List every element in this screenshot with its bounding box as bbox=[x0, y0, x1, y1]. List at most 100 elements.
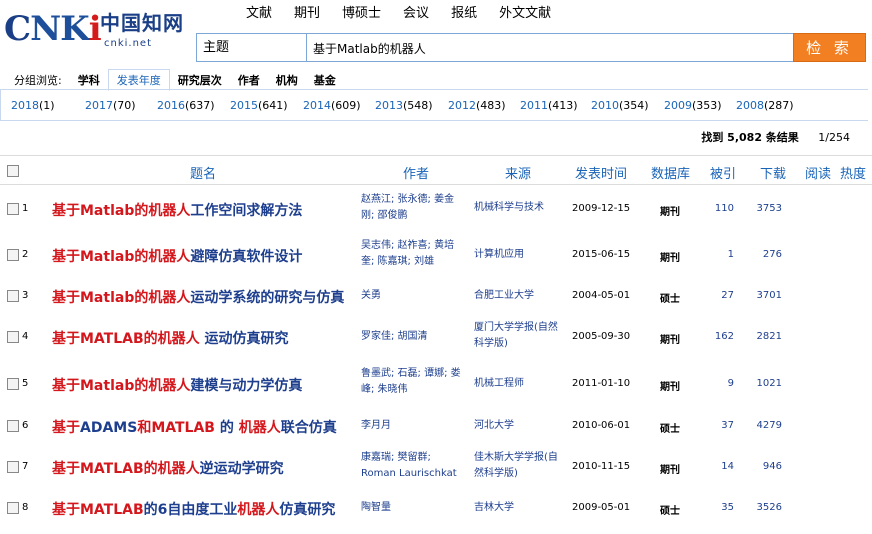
result-title-link[interactable]: 基于Matlab的机器人避障仿真软件设计 bbox=[52, 246, 302, 266]
row-checkbox[interactable] bbox=[7, 378, 19, 390]
result-source[interactable]: 河北大学 bbox=[474, 418, 564, 434]
result-cited[interactable]: 35 bbox=[721, 502, 734, 513]
result-cited[interactable]: 1 bbox=[728, 249, 734, 260]
nav-theses[interactable]: 博硕士 bbox=[342, 5, 381, 23]
year-filter-item[interactable]: 2017(70) bbox=[85, 99, 136, 112]
group-year[interactable]: 发表年度 bbox=[107, 68, 170, 91]
nav-journals[interactable]: 期刊 bbox=[294, 5, 320, 23]
result-date: 2009-12-15 bbox=[572, 203, 631, 214]
result-source[interactable]: 佳木斯大学学报(自然科学版) bbox=[474, 450, 564, 482]
result-downloads[interactable]: 946 bbox=[763, 461, 782, 472]
row-checkbox[interactable] bbox=[7, 331, 19, 343]
logo-brand: CNKi bbox=[4, 9, 102, 49]
result-cited[interactable]: 162 bbox=[715, 331, 734, 342]
col-cited[interactable]: 被引 bbox=[710, 163, 736, 182]
result-downloads[interactable]: 3753 bbox=[757, 203, 782, 214]
group-subject[interactable]: 学科 bbox=[70, 70, 108, 90]
result-title-link[interactable]: 基于MATLAB的机器人 运动仿真研究 bbox=[52, 328, 289, 348]
result-cited[interactable]: 27 bbox=[721, 290, 734, 301]
year-filter-item[interactable]: 2016(637) bbox=[157, 99, 215, 112]
row-number: 1 bbox=[22, 203, 29, 214]
row-checkbox[interactable] bbox=[7, 290, 19, 302]
group-author[interactable]: 作者 bbox=[230, 70, 268, 90]
nav-foreign[interactable]: 外文文献 bbox=[499, 5, 551, 23]
year-filter-item[interactable]: 2013(548) bbox=[375, 99, 433, 112]
result-date: 2010-11-15 bbox=[572, 461, 631, 472]
row-checkbox[interactable] bbox=[7, 203, 19, 215]
result-source[interactable]: 厦门大学学报(自然科学版) bbox=[474, 320, 564, 352]
result-title-link[interactable]: 基于ADAMS和MATLAB 的 机器人联合仿真 bbox=[52, 417, 337, 437]
nav-literature[interactable]: 文献 bbox=[246, 5, 272, 23]
result-cited[interactable]: 9 bbox=[728, 378, 734, 389]
result-downloads[interactable]: 3701 bbox=[757, 290, 782, 301]
result-date: 2009-05-01 bbox=[572, 502, 631, 513]
result-source[interactable]: 吉林大学 bbox=[474, 500, 564, 516]
year-filter-bar: 2018(1) 2017(70) 2016(637) 2015(641) 201… bbox=[0, 89, 868, 121]
result-title-link[interactable]: 基于Matlab的机器人工作空间求解方法 bbox=[52, 200, 302, 220]
result-downloads[interactable]: 4279 bbox=[757, 420, 782, 431]
logo-url: cnki.net bbox=[104, 38, 152, 49]
result-title-link[interactable]: 基于MATLAB的机器人逆运动学研究 bbox=[52, 458, 284, 478]
search-button[interactable]: 检 索 bbox=[793, 33, 866, 62]
result-title-link[interactable]: 基于Matlab的机器人建模与动力学仿真 bbox=[52, 375, 302, 395]
result-cited[interactable]: 14 bbox=[721, 461, 734, 472]
search-box: 主题 bbox=[196, 33, 795, 63]
result-source[interactable]: 机械科学与技术 bbox=[474, 200, 564, 216]
year-filter-item[interactable]: 2018(1) bbox=[11, 99, 55, 112]
result-downloads[interactable]: 276 bbox=[763, 249, 782, 260]
table-row: 1 基于Matlab的机器人工作空间求解方法 赵燕江; 张永德; 姜金刚; 邵俊… bbox=[0, 192, 872, 226]
nav-conferences[interactable]: 会议 bbox=[403, 5, 429, 23]
result-title-link[interactable]: 基于Matlab的机器人运动学系统的研究与仿真 bbox=[52, 287, 344, 307]
year-filter-item[interactable]: 2011(413) bbox=[520, 99, 578, 112]
col-heat[interactable]: 热度 bbox=[840, 163, 866, 182]
result-cited[interactable]: 110 bbox=[715, 203, 734, 214]
search-input[interactable] bbox=[309, 34, 795, 63]
result-authors[interactable]: 吴志伟; 赵祚喜; 黄培奎; 陈嘉琪; 刘雄 bbox=[361, 238, 465, 270]
result-title-link[interactable]: 基于MATLAB的6自由度工业机器人仿真研究 bbox=[52, 499, 335, 519]
row-checkbox[interactable] bbox=[7, 461, 19, 473]
select-all-checkbox[interactable] bbox=[7, 165, 19, 177]
result-downloads[interactable]: 1021 bbox=[757, 378, 782, 389]
result-authors[interactable]: 康嘉瑞; 樊留群; Roman Laurischkat bbox=[361, 450, 465, 482]
result-authors[interactable]: 赵燕江; 张永德; 姜金刚; 邵俊鹏 bbox=[361, 192, 465, 224]
result-authors[interactable]: 关勇 bbox=[361, 288, 465, 304]
cnki-logo[interactable]: CNKi 中国知网 cnki.net bbox=[4, 6, 184, 52]
table-row: 7 基于MATLAB的机器人逆运动学研究 康嘉瑞; 樊留群; Roman Lau… bbox=[0, 450, 872, 484]
row-number: 8 bbox=[22, 502, 29, 513]
col-title[interactable]: 题名 bbox=[190, 163, 216, 182]
year-filter-item[interactable]: 2012(483) bbox=[448, 99, 506, 112]
nav-newspapers[interactable]: 报纸 bbox=[451, 5, 477, 23]
year-filter-item[interactable]: 2010(354) bbox=[591, 99, 649, 112]
group-level[interactable]: 研究层次 bbox=[170, 70, 230, 90]
year-filter-item[interactable]: 2008(287) bbox=[736, 99, 794, 112]
result-authors[interactable]: 陶智量 bbox=[361, 500, 465, 516]
table-row: 2 基于Matlab的机器人避障仿真软件设计 吴志伟; 赵祚喜; 黄培奎; 陈嘉… bbox=[0, 238, 872, 272]
result-date: 2005-09-30 bbox=[572, 331, 631, 342]
table-row: 4 基于MATLAB的机器人 运动仿真研究 罗家佳; 胡国清 厦门大学学报(自然… bbox=[0, 320, 872, 354]
result-cited[interactable]: 37 bbox=[721, 420, 734, 431]
group-institution[interactable]: 机构 bbox=[268, 70, 306, 90]
col-download[interactable]: 下载 bbox=[760, 163, 786, 182]
result-authors[interactable]: 罗家佳; 胡国清 bbox=[361, 329, 465, 345]
result-database: 硕士 bbox=[660, 294, 680, 305]
year-filter-item[interactable]: 2009(353) bbox=[664, 99, 722, 112]
row-checkbox[interactable] bbox=[7, 420, 19, 432]
result-source[interactable]: 合肥工业大学 bbox=[474, 288, 564, 304]
result-downloads[interactable]: 2821 bbox=[757, 331, 782, 342]
col-source[interactable]: 来源 bbox=[505, 163, 531, 182]
year-filter-item[interactable]: 2015(641) bbox=[230, 99, 288, 112]
result-source[interactable]: 机械工程师 bbox=[474, 376, 564, 392]
col-database[interactable]: 数据库 bbox=[651, 163, 690, 182]
row-checkbox[interactable] bbox=[7, 249, 19, 261]
result-authors[interactable]: 李月月 bbox=[361, 418, 465, 434]
table-row: 6 基于ADAMS和MATLAB 的 机器人联合仿真 李月月 河北大学 2010… bbox=[0, 414, 872, 440]
result-downloads[interactable]: 3526 bbox=[757, 502, 782, 513]
year-filter-item[interactable]: 2014(609) bbox=[303, 99, 361, 112]
result-authors[interactable]: 鲁墨武; 石磊; 谭娜; 娄峰; 朱晓伟 bbox=[361, 366, 465, 398]
col-date[interactable]: 发表时间 bbox=[575, 163, 627, 182]
group-fund[interactable]: 基金 bbox=[306, 70, 344, 90]
result-source[interactable]: 计算机应用 bbox=[474, 247, 564, 263]
search-field-select[interactable]: 主题 bbox=[197, 34, 307, 61]
row-checkbox[interactable] bbox=[7, 502, 19, 514]
col-author[interactable]: 作者 bbox=[403, 163, 429, 182]
